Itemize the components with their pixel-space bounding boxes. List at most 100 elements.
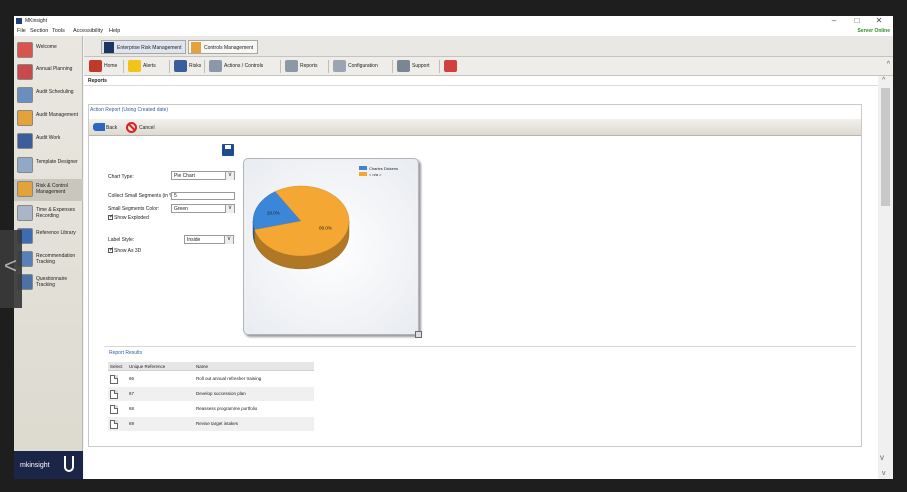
title-bar: MKinsight – □ ✕: [14, 16, 893, 26]
menu-section[interactable]: Section: [30, 28, 48, 34]
chart-type-value: Pie Chart: [174, 173, 195, 179]
back-button[interactable]: Back: [106, 125, 117, 131]
toolbar-configuration-button[interactable]: Configuration: [331, 59, 378, 73]
scroll-up-icon[interactable]: ^: [882, 77, 885, 84]
toolbar-separator: [328, 60, 329, 73]
folder-icon: [191, 42, 201, 53]
chart-expand-icon[interactable]: [415, 331, 422, 338]
cancel-button[interactable]: Cancel: [139, 125, 155, 131]
sidebar-item-recommendation-tracking[interactable]: Recommendation Tracking: [14, 249, 83, 271]
sidebar-item-welcome[interactable]: Welcome: [14, 40, 83, 62]
collapse-up-icon[interactable]: ^: [887, 61, 890, 68]
row-name: Roll out annual refresher training: [196, 376, 262, 381]
row-reference: 66: [129, 376, 135, 381]
toolbar-support-button[interactable]: Support: [395, 59, 430, 73]
show-exploded-checkbox[interactable]: Show Exploded: [108, 213, 149, 221]
document-icon[interactable]: [110, 420, 118, 429]
cancel-icon[interactable]: [126, 122, 137, 133]
sidebar-item-label: Time & Expenses Recording: [36, 207, 75, 219]
chevron-down-icon[interactable]: v: [225, 172, 234, 180]
toolbar-actions-controls-button[interactable]: Actions / Controls: [207, 59, 263, 73]
table-row[interactable]: 69 Revise target intakes: [108, 417, 314, 431]
gears-icon: [209, 60, 222, 72]
document-icon[interactable]: [110, 390, 118, 399]
sidebar-item-label: Audit Scheduling: [36, 89, 74, 95]
sidebar-item-questionnaire-tracking[interactable]: Questionnaire Tracking: [14, 272, 83, 294]
previous-slide-button[interactable]: <: [0, 230, 22, 308]
checkbox-checked-icon[interactable]: [108, 213, 114, 220]
chevron-down-icon[interactable]: v: [225, 205, 234, 213]
binder-icon: [17, 133, 33, 149]
label-style-label: Label Style:: [108, 237, 135, 243]
scroll-end-icon[interactable]: v: [880, 453, 884, 462]
tab-controls-management[interactable]: Controls Management: [188, 40, 259, 54]
pie-data-label: 20.0%: [267, 211, 280, 216]
calendar-icon: [17, 64, 33, 80]
row-name: Develop succession plan: [196, 391, 246, 396]
menu-file[interactable]: File: [17, 28, 26, 34]
sidebar-item-annual-planning[interactable]: Annual Planning: [14, 62, 83, 84]
toolbar-label: Home: [104, 63, 118, 69]
show-exploded-label: Show Exploded: [114, 215, 149, 221]
legend-label: Charles Dickens: [369, 166, 399, 171]
minimize-button[interactable]: –: [827, 16, 841, 25]
logo-mark-icon: [64, 456, 74, 472]
toolbar-alerts-button[interactable]: Alerts: [126, 59, 156, 73]
chevron-left-icon[interactable]: <: [4, 254, 17, 278]
collect-small-input[interactable]: 5: [171, 192, 235, 200]
table-row[interactable]: 66 Roll out annual refresher training: [108, 372, 314, 386]
document-icon[interactable]: [110, 375, 118, 384]
show-3d-checkbox[interactable]: Show As 3D: [108, 246, 142, 254]
toolbar-separator: [392, 60, 393, 73]
label-style-select[interactable]: Inside v: [184, 235, 234, 244]
tab-enterprise-risk-management[interactable]: Enterprise Risk Management: [101, 40, 187, 54]
toolbar-separator: [204, 60, 205, 73]
toolbar-separator: [439, 60, 440, 73]
toolbar: ^ Home Alerts Risks Actions / Controls Repor…: [84, 57, 893, 76]
toolbar-home-button[interactable]: Home: [87, 59, 117, 73]
vertical-scrollbar[interactable]: ^ v: [878, 76, 893, 479]
save-icon[interactable]: [222, 144, 234, 156]
menu-accessibility[interactable]: Accessibility: [73, 28, 103, 34]
small-segments-color-label: Small Segments Color:: [108, 206, 160, 212]
small-segments-color-select[interactable]: Green v: [171, 204, 235, 213]
document-icon[interactable]: [110, 405, 118, 414]
sidebar-item-label: Template Designer: [36, 159, 78, 165]
sidebar-item-reference-library[interactable]: Reference Library: [14, 226, 83, 248]
logo-text: mkinsight: [20, 462, 50, 469]
small-segments-color-value: Green: [174, 206, 188, 212]
toolbar-reports-button[interactable]: Reports: [283, 59, 318, 73]
sidebar-item-template-designer[interactable]: Template Designer: [14, 155, 83, 177]
show-3d-label: Show As 3D: [114, 248, 142, 254]
chevron-down-icon[interactable]: v: [224, 236, 233, 244]
sidebar-item-audit-work[interactable]: Audit Work: [14, 131, 83, 153]
row-name: Reassess programme portfolio: [196, 406, 258, 411]
schedule-icon: [17, 87, 33, 103]
sidebar-item-audit-scheduling[interactable]: Audit Scheduling: [14, 85, 83, 107]
toolbar-separator: [169, 60, 170, 73]
report-results-title: Report Results: [109, 350, 143, 356]
scroll-thumb[interactable]: [881, 88, 890, 206]
sidebar-item-risk-control-management[interactable]: Risk & Control Management: [14, 179, 83, 201]
legend-swatch: [359, 166, 367, 170]
scroll-down-icon[interactable]: v: [882, 470, 886, 477]
table-row[interactable]: 67 Develop succession plan: [108, 387, 314, 401]
close-button[interactable]: ✕: [872, 16, 886, 25]
menu-tools[interactable]: Tools: [52, 28, 65, 34]
back-arrow-icon[interactable]: [93, 123, 105, 131]
toolbar-separator: [280, 60, 281, 73]
table-row[interactable]: 68 Reassess programme portfolio: [108, 402, 314, 416]
toolbar-risks-button[interactable]: Risks: [172, 59, 201, 73]
checkbox-checked-icon[interactable]: [108, 246, 114, 253]
chart-type-select[interactable]: Pie Chart v: [171, 171, 235, 180]
reports-icon: [285, 60, 298, 72]
toolbar-exit-button[interactable]: [442, 59, 459, 73]
maximize-button[interactable]: □: [850, 16, 864, 25]
menu-help[interactable]: Help: [109, 28, 120, 34]
legend-label: < n/a >: [369, 172, 382, 177]
section-header: Reports: [84, 76, 878, 86]
module-tabs: Enterprise Risk Management Controls Mana…: [84, 36, 893, 57]
sidebar-item-time-expenses-recording[interactable]: Time & Expenses Recording: [14, 203, 83, 225]
sidebar-item-audit-management[interactable]: Audit Management: [14, 108, 83, 130]
exit-icon: [444, 60, 457, 72]
